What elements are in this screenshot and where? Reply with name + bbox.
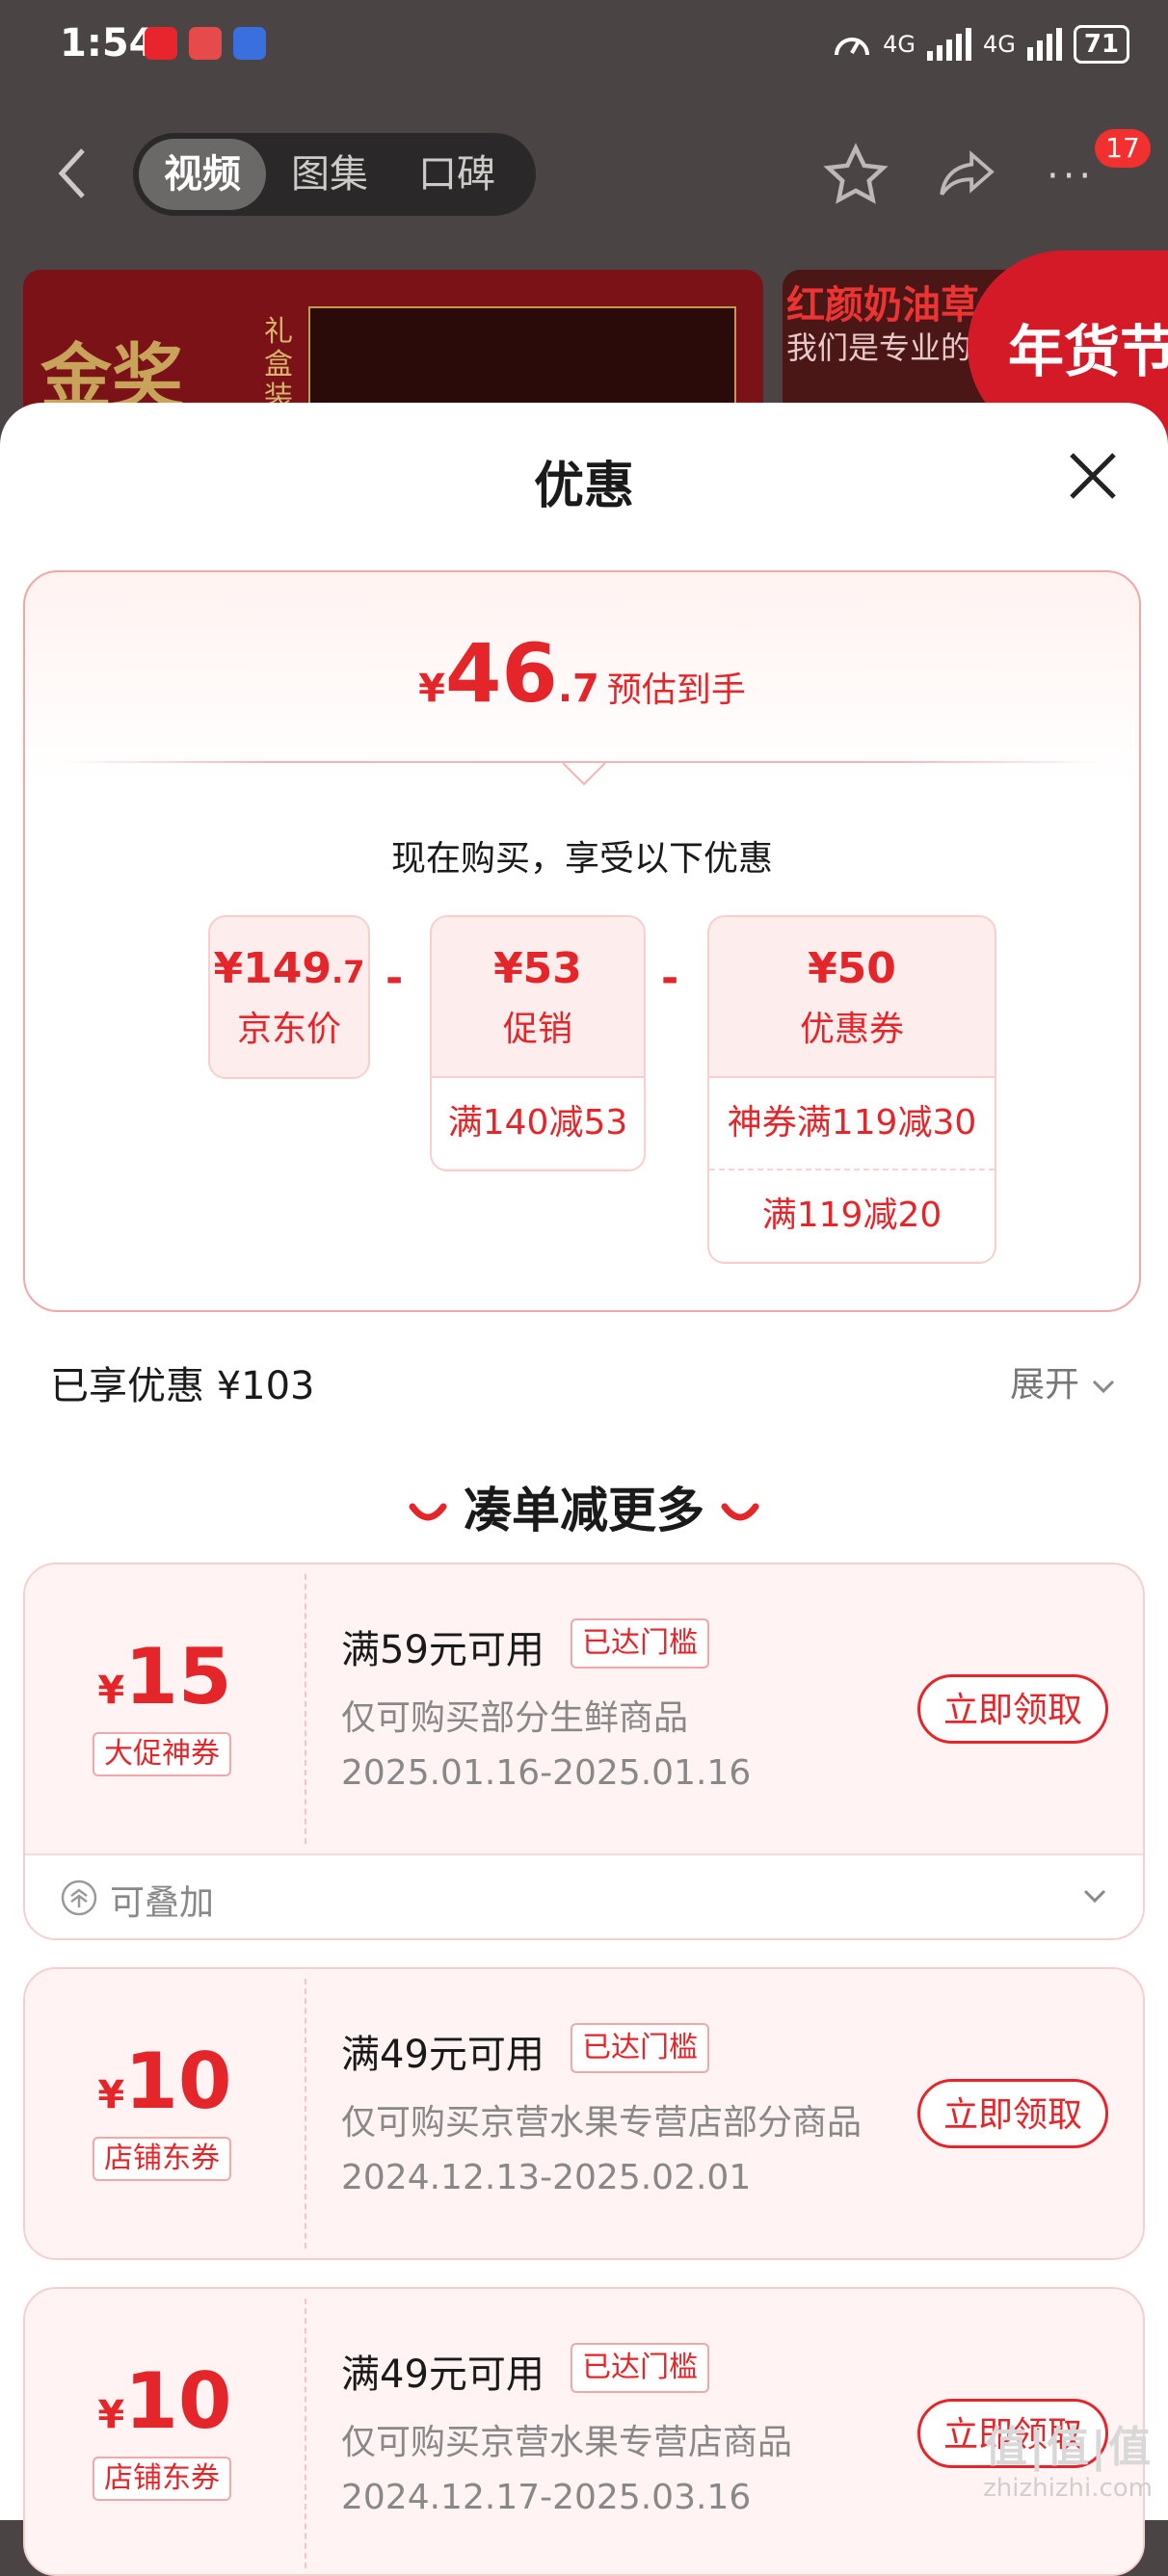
chevron-down-icon (1093, 1380, 1115, 1394)
media-tabs: 视频 图集 口碑 (133, 133, 536, 216)
speed-icon (835, 38, 870, 56)
close-icon[interactable] (1066, 449, 1120, 503)
tab-reviews[interactable]: 口碑 (393, 139, 520, 210)
threshold-reached-badge: 已达门槛 (571, 2023, 709, 2073)
coupon-divider (305, 1574, 306, 1844)
battery-level: 71 (1073, 25, 1129, 64)
threshold-reached-badge: 已达门槛 (571, 2343, 709, 2393)
tab-video[interactable]: 视频 (139, 139, 266, 210)
sheet-title: 优惠 (533, 458, 634, 515)
coupon-type-tag: 店铺东券 (93, 2137, 231, 2181)
watermark-site: zhizhizhi.com (983, 2474, 1153, 2503)
threshold-reached-badge: 已达门槛 (571, 1618, 709, 1669)
coupon-validity: 2025.01.16-2025.01.16 (341, 1753, 752, 1793)
watermark-logo: 值|值|值 (984, 2423, 1153, 2472)
promotion-label: 促销 (502, 1010, 572, 1049)
network-type: 4G (982, 31, 1016, 58)
watermark: 值|值|值 zhizhizhi.com (983, 2412, 1153, 2503)
coupon-main: ¥10 店铺东券 满49元可用 已达门槛 仅可购买京营水果专营店部分商品 202… (25, 1969, 1143, 2258)
coupon-validity: 2024.12.13-2025.02.01 (341, 2158, 752, 2197)
section-title: 凑单减更多 (0, 1472, 1168, 1541)
coupon-card: ¥10 店铺东券 满49元可用 已达门槛 仅可购买京营水果专营店商品 2024.… (23, 2287, 1145, 2576)
coupon-validity: 2024.12.17-2025.03.16 (341, 2478, 752, 2517)
enjoy-text: 现在购买，享受以下优惠 (390, 839, 773, 879)
claim-button[interactable]: 立即领取 (917, 2079, 1108, 2148)
enjoyed-discount: 已享优惠 ¥103 (50, 1364, 315, 1408)
app-notification-icon (233, 27, 266, 60)
jd-price-label: 京东价 (236, 1010, 341, 1049)
network-type: 4G (883, 31, 916, 58)
coupon-divider (305, 2299, 306, 2568)
coupon-rule: 神券满119减30 (709, 1076, 995, 1169)
coupon-rule: 满119减20 (709, 1169, 995, 1261)
stackable-label: 可叠加 (110, 1883, 215, 1923)
status-time: 1:54 (60, 21, 156, 66)
coupon-main: ¥10 店铺东券 满49元可用 已达门槛 仅可购买京营水果专营店商品 2024.… (25, 2289, 1143, 2574)
banner-subtitle: 我们是专业的 (786, 329, 972, 366)
divider-notch (563, 762, 605, 786)
coupon-value: ¥15 (97, 1632, 232, 1722)
coupon-divider (305, 1979, 306, 2248)
banner-subtitle: 礼盒装 (264, 315, 293, 414)
estimated-price: ¥46.7 预估到手 (418, 626, 746, 721)
banner-title: 红颜奶油草 (786, 283, 979, 328)
decoration-icon (721, 1503, 759, 1520)
coupon-threshold: 满49元可用 (341, 2033, 544, 2077)
decoration-icon (409, 1503, 447, 1520)
coupon-scope: 仅可购买部分生鲜商品 (341, 1698, 689, 1738)
star-icon[interactable] (821, 141, 890, 210)
claim-button[interactable]: 立即领取 (917, 1674, 1108, 1744)
coupon-card: ¥15 大促神券 满59元可用 已达门槛 仅可购买部分生鲜商品 2025.01.… (23, 1563, 1145, 1940)
tab-gallery[interactable]: 图集 (266, 139, 393, 210)
coupon-box: ¥50 优惠券 神券满119减30 满119减20 (707, 915, 996, 1264)
coupon-type-tag: 店铺东券 (93, 2457, 231, 2501)
more-icon[interactable]: ··· (1047, 154, 1095, 198)
coupon-amount: ¥50 (808, 944, 896, 993)
signal-icon (1026, 28, 1062, 61)
coupon-type-tag: 大促神券 (93, 1732, 231, 1776)
coupon-label: 优惠券 (799, 1010, 904, 1049)
promotion-amount: ¥53 (493, 944, 582, 993)
status-bar: 1:54 4G 4G 71 (0, 0, 1168, 96)
app-notification-icon (145, 27, 177, 60)
back-icon[interactable] (54, 145, 93, 202)
jd-price-amount: ¥149.7 (213, 944, 365, 993)
expand-label: 展开 (1010, 1365, 1080, 1405)
jd-price-box: ¥149.7 京东价 (208, 915, 370, 1079)
stack-icon (61, 1879, 97, 1916)
message-count-badge: 17 (1095, 129, 1151, 168)
coupon-card: ¥10 店铺东券 满49元可用 已达门槛 仅可购买京营水果专营店部分商品 202… (23, 1967, 1145, 2260)
minus-sign: - (385, 954, 404, 1003)
expand-button[interactable]: 展开 (1010, 1356, 1117, 1406)
status-indicators: 4G 4G 71 (833, 25, 1129, 64)
coupon-scope: 仅可购买京营水果专营店部分商品 (341, 2103, 863, 2142)
chevron-down-icon (1083, 1889, 1106, 1904)
share-icon[interactable] (935, 145, 998, 204)
coupon-threshold: 满59元可用 (341, 1628, 544, 1672)
coupon-value: ¥10 (97, 2356, 232, 2446)
signal-icon (926, 28, 971, 61)
coupon-threshold: 满49元可用 (341, 2353, 544, 2397)
stackable-row[interactable]: 可叠加 (25, 1853, 1143, 1938)
coupon-scope: 仅可购买京营水果专营店商品 (341, 2423, 793, 2462)
app-notification-icon (189, 27, 222, 60)
coupon-value: ¥10 (97, 2037, 232, 2126)
coupon-main: ¥15 大促神券 满59元可用 已达门槛 仅可购买部分生鲜商品 2025.01.… (25, 1564, 1143, 1853)
promotion-box: ¥53 促销 满140减53 (430, 915, 646, 1171)
minus-sign: - (661, 954, 679, 1003)
promotion-rule: 满140减53 (432, 1076, 644, 1169)
